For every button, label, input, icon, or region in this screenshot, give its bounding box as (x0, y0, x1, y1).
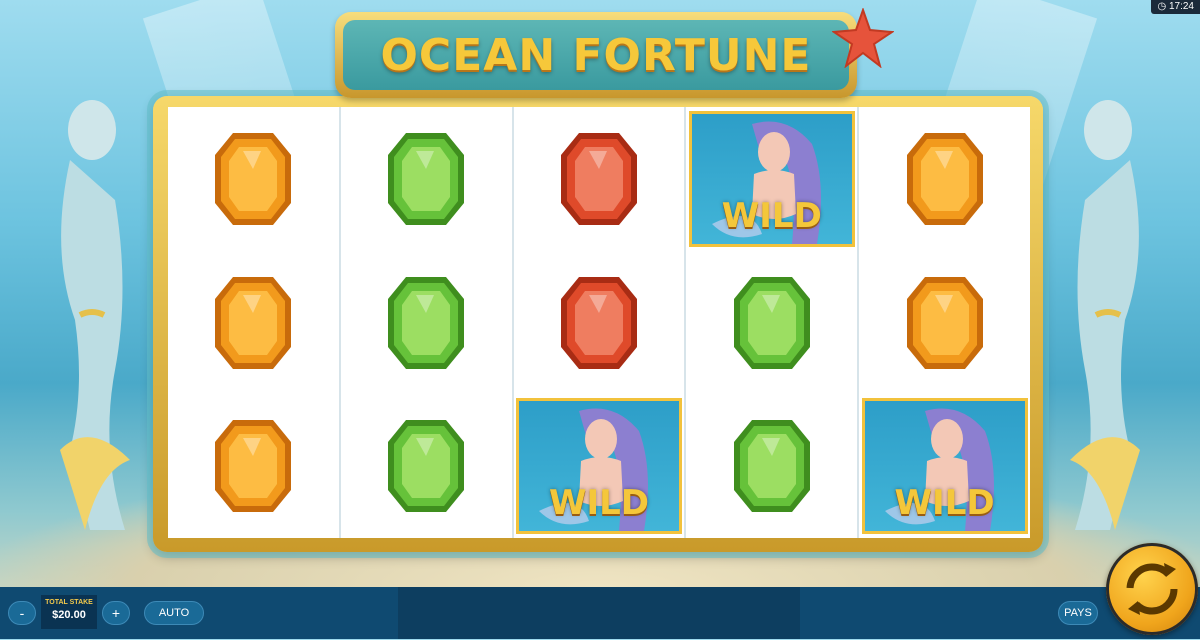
reel-cell (168, 251, 339, 395)
reel-cell (514, 107, 685, 251)
mermaid-statue-right (1070, 100, 1140, 530)
green-gem-icon (388, 420, 465, 513)
auto-button[interactable]: AUTO (144, 601, 204, 625)
reel-area: WILD WILD WILD (168, 107, 1030, 538)
wild-label: WILD (548, 483, 649, 524)
title-panel: OCEAN FORTUNE (343, 20, 849, 90)
reel-1 (168, 107, 341, 538)
mermaid-statue-left (60, 100, 130, 530)
control-bar-center (398, 587, 800, 639)
wild-symbol: WILD (688, 110, 855, 247)
reel-cell: WILD (686, 107, 857, 251)
reel-4: WILD (686, 107, 860, 538)
green-gem-icon (733, 420, 810, 513)
red-gem-icon (560, 132, 637, 225)
reel-cell (514, 251, 685, 395)
wild-label: WILD (721, 195, 822, 236)
orange-gem-icon (215, 420, 292, 513)
decrease-stake-button[interactable]: - (8, 601, 36, 625)
starfish-icon (832, 8, 894, 68)
wild-label: WILD (894, 483, 995, 524)
green-gem-icon (388, 132, 465, 225)
reel-cell (168, 107, 339, 251)
reel-2 (341, 107, 514, 538)
title-plate: OCEAN FORTUNE (335, 12, 857, 98)
total-stake-label: TOTAL STAKE (45, 599, 93, 606)
reel-cell (859, 107, 1030, 251)
clock-display: ◷ 17:24 (1151, 0, 1200, 14)
orange-gem-icon (215, 132, 292, 225)
green-gem-icon (733, 276, 810, 369)
reel-cell (859, 251, 1030, 395)
green-gem-icon (388, 276, 465, 369)
reel-cell (341, 107, 512, 251)
wild-symbol: WILD (515, 398, 682, 535)
clock-icon: ◷ (1157, 1, 1169, 12)
spin-arrows-icon (1126, 563, 1178, 615)
reel-3: WILD (514, 107, 687, 538)
red-gem-icon (560, 276, 637, 369)
reel-cell: WILD (859, 394, 1030, 538)
reel-cell (686, 251, 857, 395)
pays-button[interactable]: PAYS (1058, 601, 1098, 625)
spin-button[interactable] (1106, 543, 1198, 635)
reel-cell (686, 394, 857, 538)
reel-cell (341, 394, 512, 538)
orange-gem-icon (906, 132, 983, 225)
increase-stake-button[interactable]: + (102, 601, 130, 625)
wild-symbol: WILD (861, 398, 1028, 535)
orange-gem-icon (906, 276, 983, 369)
total-stake-value: $20.00 (52, 609, 86, 621)
reel-5: WILD (859, 107, 1030, 538)
reel-cell (341, 251, 512, 395)
reel-cell: WILD (514, 394, 685, 538)
reel-cell (168, 394, 339, 538)
control-bar: - TOTAL STAKE $20.00 + AUTO PAYS (0, 587, 1200, 639)
total-stake-display: TOTAL STAKE $20.00 (41, 595, 97, 629)
orange-gem-icon (215, 276, 292, 369)
clock-time: 17:24 (1168, 1, 1194, 12)
reel-frame: WILD WILD WILD (153, 96, 1043, 552)
game-title: OCEAN FORTUNE (380, 29, 812, 81)
